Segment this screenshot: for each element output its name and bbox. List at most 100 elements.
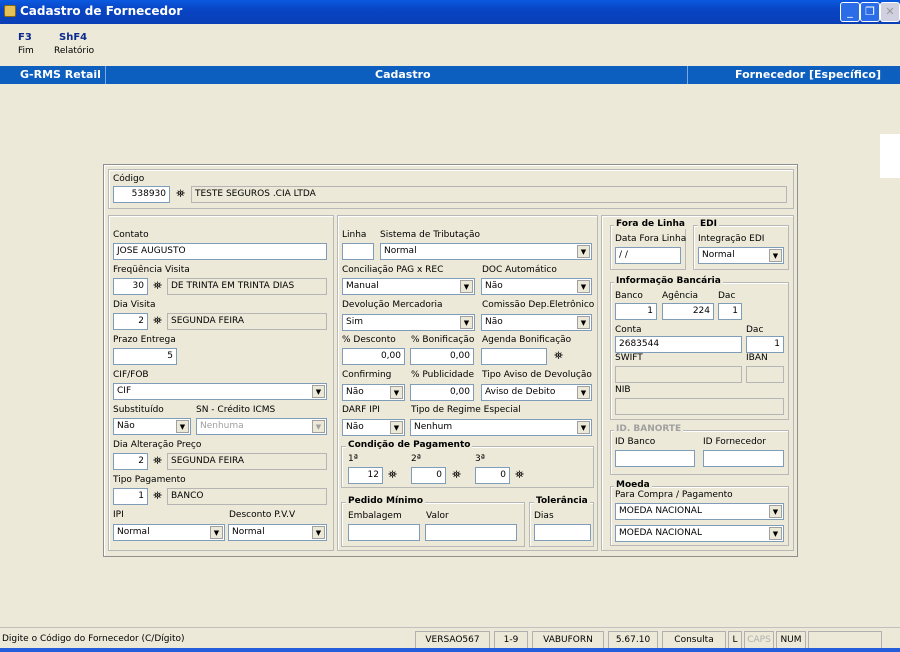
fkey-shf4[interactable]: ShF4 Relatório [54,32,104,56]
comis-label: Comissão Dep.Eletrônico [482,300,595,310]
dac1-input[interactable]: 1 [718,303,742,320]
doc-select[interactable]: Não ▼ [481,278,592,295]
c3-label: 3ª [475,454,485,464]
linha-label: Linha [342,230,367,240]
valor-input[interactable] [425,524,517,541]
subst-label: Substituído [113,405,164,415]
dias-label: Dias [534,511,554,521]
aviso-value: Aviso de Debito [485,387,556,397]
edi-value: Normal [702,250,735,260]
c3-input[interactable]: 0 [475,467,510,484]
pdesc-input[interactable]: 0,00 [342,348,405,365]
codigo-input[interactable]: 538930 [113,186,170,203]
binoculars-icon[interactable]: ⛯ [150,279,165,294]
fkey-f3[interactable]: F3 Fim [18,32,48,56]
regime-select[interactable]: Nenhum ▼ [410,419,592,436]
chevron-down-icon[interactable]: ▼ [460,316,473,329]
chevron-down-icon[interactable]: ▼ [577,386,590,399]
binoculars-icon[interactable]: ⛯ [551,349,566,364]
alter-input[interactable]: 2 [113,453,148,470]
chevron-down-icon[interactable]: ▼ [577,316,590,329]
devol-select[interactable]: Sim ▼ [342,314,475,331]
agbon-input[interactable] [481,348,547,365]
darf-label: DARF IPI [342,405,380,415]
freq-input[interactable]: 30 [113,278,148,295]
agencia-input[interactable]: 224 [662,303,714,320]
chevron-down-icon[interactable]: ▼ [577,280,590,293]
c2-input[interactable]: 0 [411,467,446,484]
trib-select[interactable]: Normal ▼ [380,243,592,260]
binoculars-icon[interactable]: ⛯ [512,468,527,483]
subst-select[interactable]: Não ▼ [113,418,191,435]
ppub-input[interactable]: 0,00 [410,384,474,401]
status-program: VABUFORN [532,631,604,649]
chevron-down-icon[interactable]: ▼ [577,421,590,434]
prazo-label: Prazo Entrega [113,335,176,345]
desc-value: Normal [232,527,265,537]
conc-select[interactable]: Manual ▼ [342,278,475,295]
chevron-down-icon[interactable]: ▼ [312,385,325,398]
binoculars-icon[interactable]: ⛯ [385,468,400,483]
minimize-button[interactable]: _ [840,2,860,22]
iban-label: IBAN [746,353,768,363]
comis-select[interactable]: Não ▼ [481,314,592,331]
confirming-select[interactable]: Não ▼ [342,384,405,401]
binoculars-icon[interactable]: ⛯ [449,468,464,483]
nib-label: NIB [615,385,631,395]
moeda1-select[interactable]: MOEDA NACIONAL ▼ [615,503,784,520]
tipo-input[interactable]: 1 [113,488,148,505]
title-bar: Cadastro de Fornecedor _ ❐ ✕ [0,0,900,24]
conta-input[interactable]: 2683544 [615,336,742,353]
swift-label: SWIFT [615,353,643,363]
edi-select[interactable]: Normal ▼ [698,247,784,264]
chevron-down-icon[interactable]: ▼ [460,280,473,293]
moeda2-value: MOEDA NACIONAL [619,528,702,538]
moeda-label: Para Compra / Pagamento [615,490,733,500]
dia-desc: SEGUNDA FEIRA [167,313,327,330]
chevron-down-icon[interactable]: ▼ [210,526,223,539]
moeda2-select[interactable]: MOEDA NACIONAL ▼ [615,525,784,542]
dias-input[interactable] [534,524,591,541]
chevron-down-icon[interactable]: ▼ [390,421,403,434]
darf-select[interactable]: Não ▼ [342,419,405,436]
c1-input[interactable]: 12 [348,467,383,484]
status-hint: Digite o Código do Fornecedor (C/Dígito) [2,634,185,644]
close-button[interactable]: ✕ [880,2,900,22]
chevron-down-icon[interactable]: ▼ [312,526,325,539]
binoculars-icon[interactable]: ⛯ [150,314,165,329]
dac2-input[interactable]: 1 [746,336,784,353]
chevron-down-icon[interactable]: ▼ [577,245,590,258]
agbon-label: Agenda Bonificação [482,335,572,345]
chevron-down-icon: ▼ [312,420,325,433]
emb-input[interactable] [348,524,420,541]
nav-app: G-RMS Retail [20,68,101,81]
linha-input[interactable] [342,243,374,260]
aviso-select[interactable]: Aviso de Debito ▼ [481,384,592,401]
chevron-down-icon[interactable]: ▼ [390,386,403,399]
moeda-title: Moeda [614,480,652,490]
contato-input[interactable]: JOSE AUGUSTO [113,243,327,260]
desc-select[interactable]: Normal ▼ [228,524,327,541]
banco-label: Banco [615,291,643,301]
chevron-down-icon[interactable]: ▼ [769,527,782,540]
prazo-input[interactable]: 5 [113,348,177,365]
fora-input[interactable]: / / [615,247,681,264]
pbon-input[interactable]: 0,00 [410,348,474,365]
tol-title: Tolerância [534,496,590,506]
cond-title: Condição de Pagamento [346,440,473,450]
binoculars-icon[interactable]: ⛯ [150,454,165,469]
chevron-down-icon[interactable]: ▼ [769,249,782,262]
codigo-name: TESTE SEGUROS .CIA LTDA [191,186,787,203]
maximize-button[interactable]: ❐ [860,2,880,22]
dia-input[interactable]: 2 [113,313,148,330]
cif-select[interactable]: CIF ▼ [113,383,327,400]
binoculars-icon[interactable]: ⛯ [150,489,165,504]
chevron-down-icon[interactable]: ▼ [176,420,189,433]
idforn-input[interactable] [703,450,784,467]
binoculars-icon[interactable]: ⛯ [173,187,188,202]
ipi-select[interactable]: Normal ▼ [113,524,225,541]
nib-input [615,398,784,415]
banco-input[interactable]: 1 [615,303,657,320]
idbanco-input[interactable] [615,450,695,467]
chevron-down-icon[interactable]: ▼ [769,505,782,518]
